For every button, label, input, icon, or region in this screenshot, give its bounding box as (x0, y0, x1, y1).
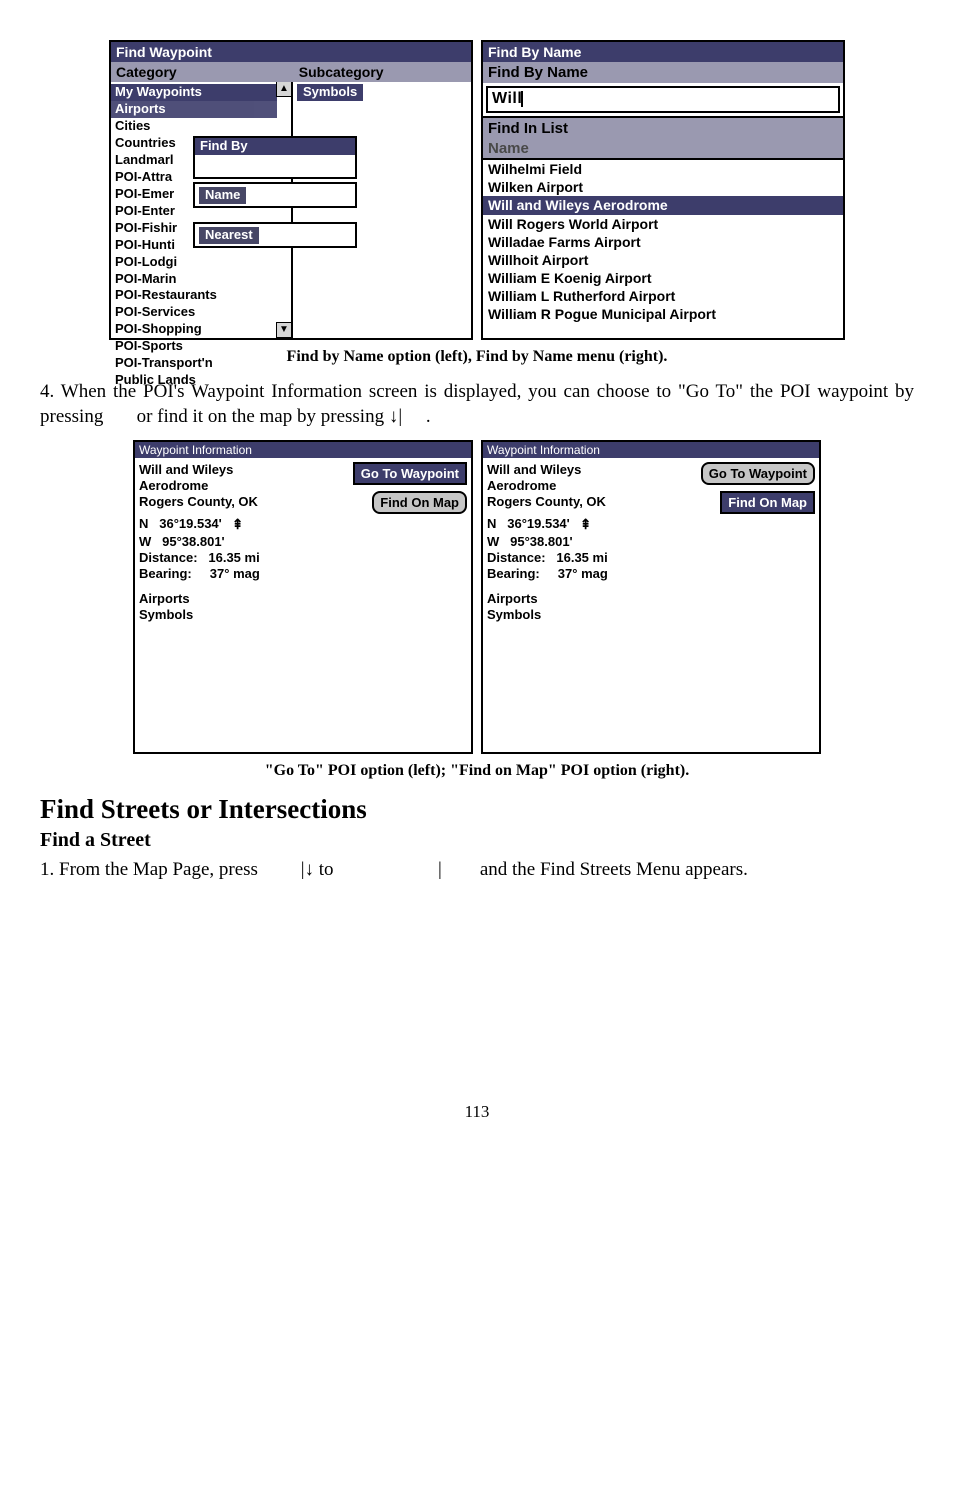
name-popup: Name (193, 182, 357, 208)
find-waypoint-title: Find Waypoint (111, 42, 471, 62)
text-cursor (521, 91, 523, 107)
column-headers: Category Subcategory (111, 62, 471, 82)
list-item[interactable]: POI-Lodgi (111, 254, 291, 271)
waypoint-cat-2: Symbols (487, 607, 689, 623)
waypoint-info-panel-left: Waypoint Information Will and Wileys Aer… (133, 440, 473, 754)
list-item[interactable]: William L Rutherford Airport (483, 287, 843, 305)
nearest-popup: Nearest (193, 222, 357, 248)
distance-value: 16.35 mi (208, 550, 259, 565)
waypoint-cat-2: Symbols (139, 607, 341, 623)
find-by-name-input[interactable]: Will (486, 86, 840, 112)
go-to-waypoint-button[interactable]: Go To Waypoint (701, 462, 815, 485)
distance-value: 16.35 mi (556, 550, 607, 565)
paragraph-1: 1. From the Map Page, press |↓ to | and … (40, 858, 914, 883)
category-header: Category (111, 62, 294, 82)
list-item[interactable]: Airports (111, 101, 277, 118)
list-item[interactable]: Public Lands (111, 372, 291, 389)
symbols-label[interactable]: Symbols (297, 84, 363, 101)
waypoint-county: Rogers County, OK (487, 494, 689, 510)
lat-value: 36°19.534' (507, 516, 570, 531)
figure-2: Waypoint Information Will and Wileys Aer… (40, 440, 914, 754)
bearing-value: 37° mag (210, 566, 260, 581)
list-item[interactable]: POI-Sports (111, 338, 291, 355)
pin-icon: ⇞ (232, 516, 244, 534)
find-by-title: Find By (195, 138, 355, 155)
list-item[interactable]: POI-Restaurants (111, 287, 291, 304)
nearest-chip[interactable]: Nearest (199, 227, 259, 244)
waypoint-info-title: Waypoint Information (135, 442, 471, 458)
waypoint-info-panel-right: Waypoint Information Will and Wileys Aer… (481, 440, 821, 754)
list-item[interactable]: Wilhelmi Field (483, 160, 843, 178)
list-item[interactable]: POI-Transport'n (111, 355, 291, 372)
lon-label: W (487, 534, 499, 549)
distance-label: Distance: (139, 550, 198, 565)
lat-value: 36°19.534' (159, 516, 222, 531)
waypoint-details: Will and Wileys Aerodrome Rogers County,… (487, 462, 689, 624)
list-item[interactable]: Will and Wileys Aerodrome (483, 196, 843, 214)
waypoint-cat-1: Airports (487, 591, 689, 607)
list-item[interactable]: William E Koenig Airport (483, 269, 843, 287)
section-heading: Find Streets or Intersections (40, 794, 914, 825)
lon-label: W (139, 534, 151, 549)
bearing-value: 37° mag (558, 566, 608, 581)
list-item[interactable]: POI-Services (111, 304, 291, 321)
waypoint-name: Will and Wileys (487, 462, 689, 478)
list-item[interactable]: William R Pogue Municipal Airport (483, 305, 843, 323)
lon-value: 95°38.801' (510, 534, 573, 549)
lat-label: N (487, 516, 496, 531)
list-item[interactable]: Will Rogers World Airport (483, 215, 843, 233)
find-on-map-button[interactable]: Find On Map (720, 491, 815, 514)
pin-icon: ⇞ (580, 516, 592, 534)
waypoint-cat-1: Airports (139, 591, 341, 607)
find-by-name-label: Find By Name (483, 62, 843, 83)
waypoint-details: Will and Wileys Aerodrome Rogers County,… (139, 462, 341, 624)
find-on-map-button[interactable]: Find On Map (372, 491, 467, 514)
find-by-name-title: Find By Name (483, 42, 843, 62)
scroll-down-icon[interactable]: ▼ (276, 322, 291, 338)
find-by-name-panel: Find By Name Find By Name Will Find In L… (481, 40, 845, 340)
distance-label: Distance: (487, 550, 546, 565)
list-item[interactable]: POI-Marin (111, 271, 291, 288)
waypoint-sub: Aerodrome (139, 478, 341, 494)
find-waypoint-panel: Find Waypoint Category Subcategory ▲ My … (109, 40, 473, 340)
bearing-label: Bearing: (487, 566, 540, 581)
list-item[interactable]: My Waypoints (111, 84, 277, 101)
name-column-header: Name (483, 139, 843, 160)
result-list[interactable]: Wilhelmi Field Wilken Airport Will and W… (483, 160, 843, 323)
list-item[interactable]: Wilken Airport (483, 178, 843, 196)
bearing-label: Bearing: (139, 566, 192, 581)
list-item[interactable]: Willhoit Airport (483, 251, 843, 269)
waypoint-sub: Aerodrome (487, 478, 689, 494)
category-list[interactable]: ▲ My Waypoints Airports Cities Countries… (111, 82, 293, 338)
waypoint-name: Will and Wileys (139, 462, 341, 478)
find-in-list-label: Find In List (483, 116, 843, 139)
lat-label: N (139, 516, 148, 531)
list-item[interactable]: Willadae Farms Airport (483, 233, 843, 251)
waypoint-info-title: Waypoint Information (483, 442, 819, 458)
page-number: 113 (40, 1102, 914, 1122)
waypoint-county: Rogers County, OK (139, 494, 341, 510)
list-item[interactable]: Cities (111, 118, 291, 135)
name-chip[interactable]: Name (199, 187, 246, 204)
scroll-up-icon[interactable]: ▲ (276, 82, 291, 97)
figure-2-caption: "Go To" POI option (left); "Find on Map"… (40, 762, 914, 780)
go-to-waypoint-button[interactable]: Go To Waypoint (353, 462, 467, 485)
subcategory-header: Subcategory (294, 62, 471, 82)
figure-1: Find Waypoint Category Subcategory ▲ My … (40, 40, 914, 340)
list-item[interactable]: POI-Shopping (111, 321, 291, 338)
find-by-popup: Find By (193, 136, 357, 179)
lon-value: 95°38.801' (162, 534, 225, 549)
subsection-heading: Find a Street (40, 829, 914, 852)
